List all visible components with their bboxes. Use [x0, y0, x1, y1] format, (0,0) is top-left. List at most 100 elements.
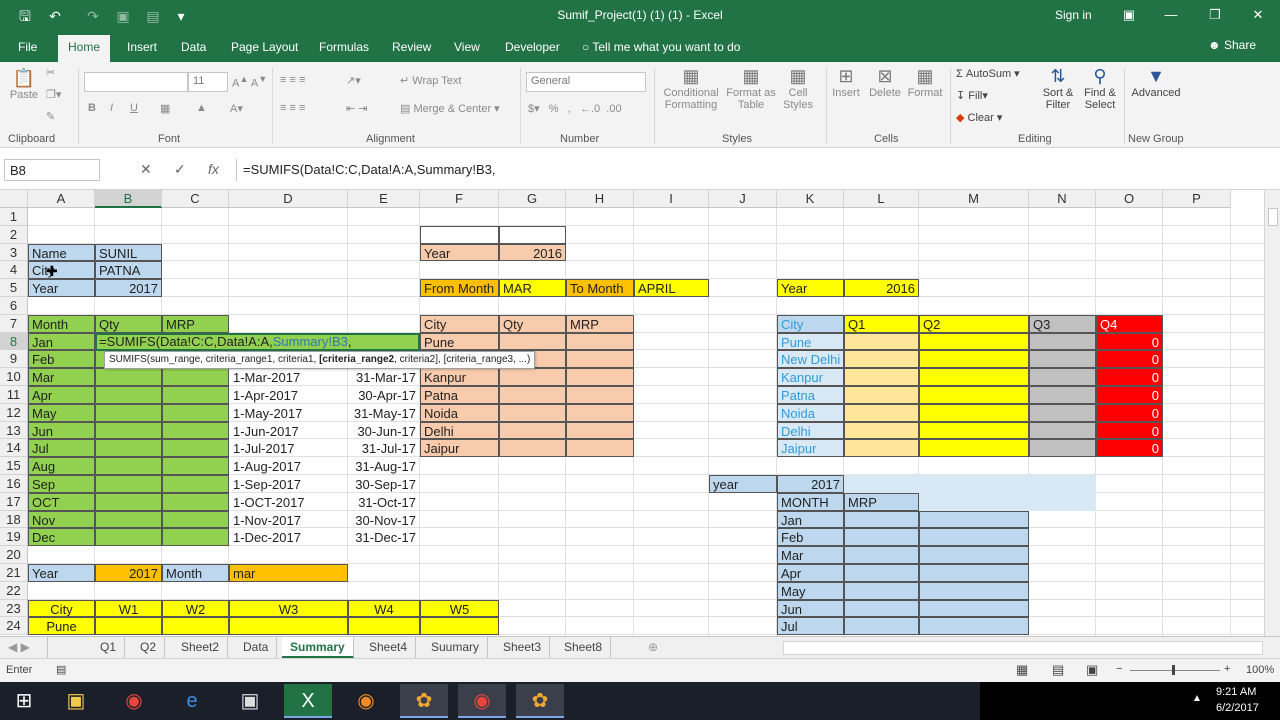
cell-from-date[interactable]: 1-Sep-2017 — [229, 475, 348, 493]
cell-q2[interactable] — [919, 421, 1029, 440]
tab-formulas[interactable]: Formulas — [313, 38, 375, 60]
cell-month[interactable]: OCT — [28, 492, 95, 511]
cell-week-header[interactable]: W4 — [348, 599, 420, 618]
cell-c21[interactable]: Month — [162, 564, 229, 582]
cell-q4[interactable]: 0 — [1096, 350, 1163, 369]
indent-icon[interactable]: ⇤ ⇥ — [346, 102, 368, 115]
number-format-box[interactable]: General — [526, 72, 646, 92]
cell-city-mrp[interactable] — [566, 439, 634, 458]
cell-mrp[interactable] — [162, 492, 229, 511]
cell-qty[interactable] — [95, 510, 162, 529]
file-explorer-icon[interactable]: ▣ — [52, 684, 100, 718]
cell-month[interactable]: Mar — [28, 368, 95, 386]
new-sheet-icon[interactable]: ⊕ — [640, 637, 666, 659]
cell-qty[interactable] — [95, 368, 162, 386]
sheet-tab-data[interactable]: Data — [235, 637, 278, 659]
cell-to-date[interactable]: 31-Mar-17 — [348, 368, 420, 386]
row-header-16[interactable]: 16 — [0, 475, 28, 493]
row-header-13[interactable]: 13 — [0, 421, 28, 440]
cell-week-header[interactable]: W5 — [420, 599, 499, 618]
cell-mrp[interactable] — [162, 439, 229, 458]
normal-view-icon[interactable]: ▦ — [1016, 662, 1028, 678]
horizontal-scrollbar[interactable] — [783, 641, 1263, 655]
cell-week-value[interactable] — [229, 617, 348, 636]
row-header-11[interactable]: 11 — [0, 386, 28, 404]
enter-icon[interactable]: ✓ — [174, 161, 186, 178]
cell-q1[interactable] — [844, 403, 919, 422]
cell-q-city[interactable]: Jaipur — [777, 439, 844, 458]
cell-to-date[interactable]: 31-Jul-17 — [348, 439, 420, 457]
windows-start-icon[interactable]: ⊞ — [0, 684, 48, 718]
cell-q3[interactable] — [1029, 368, 1096, 386]
cell-qty[interactable] — [95, 528, 162, 547]
worksheet-grid[interactable]: A B C D E F G H I J K L M N O P 1 2 3 4 5 6 7 8 9 10 11 12 13 14 15 16 1… — [0, 190, 1264, 636]
row-header-15[interactable]: 15 — [0, 457, 28, 475]
cell-a3[interactable]: Name — [28, 243, 95, 262]
cell-qty[interactable] — [95, 439, 162, 458]
cell-month[interactable]: Nov — [28, 510, 95, 529]
advanced-filter-button[interactable]: ▼ Advanced — [1130, 66, 1182, 99]
cell-k16[interactable]: 2017 — [777, 475, 844, 493]
cell-week-value[interactable] — [95, 617, 162, 636]
cell-q1[interactable] — [844, 350, 919, 369]
close-icon[interactable]: ✕ — [1243, 4, 1273, 26]
cell-k-month[interactable]: Apr — [777, 564, 844, 582]
tray-chevron-icon[interactable]: ▲ — [1192, 693, 1202, 704]
italic-button[interactable]: I — [110, 102, 113, 114]
font-color-icon[interactable]: A▾ — [230, 102, 243, 115]
cell-k-mrp[interactable] — [844, 546, 919, 564]
macro-record-icon[interactable]: ▤ — [56, 663, 66, 676]
cell-b5[interactable]: 2017 — [95, 279, 162, 297]
cell-n7[interactable]: Q3 — [1029, 314, 1096, 333]
cell-from-date[interactable]: 1-Apr-2017 — [229, 386, 348, 404]
scroll-thumb[interactable] — [1268, 208, 1278, 226]
select-all-corner[interactable] — [0, 190, 28, 208]
internet-explorer-icon[interactable]: e — [168, 684, 216, 718]
cell-month[interactable]: Jul — [28, 439, 95, 458]
cell-city-mrp[interactable] — [566, 403, 634, 422]
cell-city[interactable]: Pune — [420, 332, 499, 351]
cell-mrp[interactable] — [162, 421, 229, 440]
cell-k-month[interactable]: Mar — [777, 546, 844, 564]
cell-k-extra[interactable] — [919, 510, 1029, 529]
cell-month[interactable]: Jan — [28, 332, 95, 351]
cell-q2[interactable] — [919, 350, 1029, 369]
cell-q1[interactable] — [844, 332, 919, 351]
cell-to-date[interactable]: 30-Apr-17 — [348, 386, 420, 404]
cell-q4[interactable]: 0 — [1096, 368, 1163, 386]
column-header-j[interactable]: J — [709, 190, 777, 208]
sheet-tab-summary[interactable]: Summary — [282, 637, 354, 659]
cell-b21[interactable]: 2017 — [95, 564, 162, 582]
cell-k-mrp[interactable] — [844, 510, 919, 529]
cell-j16[interactable]: year — [709, 475, 777, 493]
cell-l5[interactable]: 2016 — [844, 279, 919, 297]
cell-month[interactable]: Jun — [28, 421, 95, 440]
cell-q-city[interactable]: Pune — [777, 332, 844, 351]
cell-k5[interactable]: Year — [777, 279, 844, 297]
zoom-slider-thumb[interactable] — [1172, 665, 1175, 675]
cell-k-extra[interactable] — [919, 581, 1029, 600]
tab-page-layout[interactable]: Page Layout — [225, 38, 304, 60]
cell-k-month[interactable]: Jan — [777, 510, 844, 529]
cell-q3[interactable] — [1029, 386, 1096, 404]
cell-f5[interactable]: From Month — [420, 279, 499, 297]
cell-k-month[interactable]: May — [777, 581, 844, 600]
app-flower-icon[interactable]: ✿ — [400, 684, 448, 718]
cell-q3[interactable] — [1029, 421, 1096, 440]
cell-q3[interactable] — [1029, 332, 1096, 351]
wrap-text-button[interactable]: ↵ Wrap Text — [400, 74, 461, 87]
cell-l7[interactable]: Q1 — [844, 314, 919, 333]
cell-to-date[interactable]: 31-Dec-17 — [348, 528, 420, 546]
cell-h7[interactable]: MRP — [566, 314, 634, 333]
cell-qty[interactable] — [95, 475, 162, 493]
column-header-c[interactable]: C — [162, 190, 229, 208]
sign-in-link[interactable]: Sign in — [1055, 8, 1092, 22]
cell-city-qty[interactable] — [499, 386, 566, 404]
zoom-slider[interactable] — [1130, 670, 1220, 671]
cell-k-extra[interactable] — [919, 528, 1029, 547]
vertical-scrollbar[interactable] — [1264, 190, 1280, 636]
column-header-i[interactable]: I — [634, 190, 709, 208]
cell-g7[interactable]: Qty — [499, 314, 566, 333]
row-header-19[interactable]: 19 — [0, 528, 28, 547]
cell-q2[interactable] — [919, 403, 1029, 422]
